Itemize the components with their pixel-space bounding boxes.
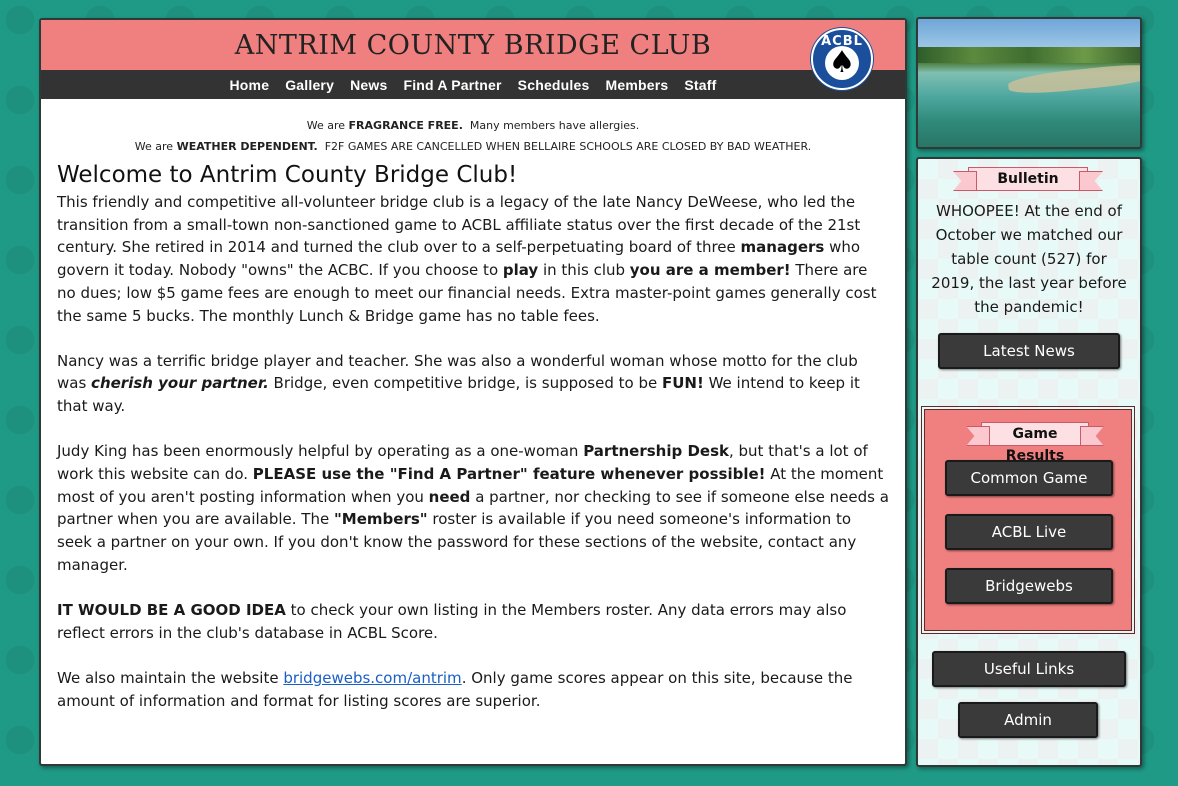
nav-home[interactable]: Home (221, 77, 277, 93)
bridgewebs-button[interactable]: Bridgewebs (945, 568, 1113, 604)
bulletin-title: Bulletin (968, 167, 1088, 191)
nav-members[interactable]: Members (598, 77, 677, 93)
acbl-live-button[interactable]: ACBL Live (945, 514, 1113, 550)
game-results-box: Game Results Common Game ACBL Live Bridg… (921, 406, 1135, 634)
useful-links-button[interactable]: Useful Links (932, 651, 1126, 687)
intro-paragraph: This friendly and competitive all-volunt… (57, 193, 877, 325)
notices: We are FRAGRANCE FREE. Many members have… (41, 99, 905, 157)
nancy-paragraph: Nancy was a terrific bridge player and t… (57, 351, 860, 416)
nav-find-a-partner[interactable]: Find A Partner (395, 77, 509, 93)
page-title: Welcome to Antrim County Bridge Club! (57, 162, 518, 188)
main-panel: ANTRIM COUNTY BRIDGE CLUB ACBL ♠ Home Ga… (39, 18, 907, 766)
nav-gallery[interactable]: Gallery (277, 77, 342, 93)
lake-photo (916, 17, 1142, 149)
site-header: ANTRIM COUNTY BRIDGE CLUB ACBL ♠ (41, 20, 905, 90)
spade-icon: ♠ (828, 45, 856, 80)
main-content: Welcome to Antrim County Bridge Club! Th… (41, 157, 905, 712)
sidebar-panel: Bulletin WHOOPEE! At the end of October … (916, 157, 1142, 767)
nav-news[interactable]: News (342, 77, 395, 93)
game-results-title: Game Results (981, 422, 1089, 464)
latest-news-button[interactable]: Latest News (938, 333, 1120, 369)
main-nav: Home Gallery News Find A Partner Schedul… (41, 70, 905, 99)
listing-paragraph: IT WOULD BE A GOOD IDEA to check your ow… (57, 601, 847, 642)
partnership-paragraph: Judy King has been enormously helpful by… (57, 442, 889, 574)
acbl-logo[interactable]: ACBL ♠ (811, 28, 873, 90)
bridgewebs-link[interactable]: bridgewebs.com/antrim (283, 669, 461, 687)
admin-button[interactable]: Admin (958, 702, 1098, 738)
bulletin-text: WHOOPEE! At the end of October we matche… (931, 202, 1127, 316)
weather-notice: We are WEATHER DEPENDENT. F2F GAMES ARE … (134, 140, 812, 153)
nav-staff[interactable]: Staff (676, 77, 724, 93)
fragrance-notice: We are FRAGRANCE FREE. Many members have… (306, 119, 640, 132)
photo-treeline (918, 47, 1140, 63)
site-title: ANTRIM COUNTY BRIDGE CLUB (234, 30, 712, 61)
photo-sandbar (1007, 61, 1140, 97)
nav-schedules[interactable]: Schedules (510, 77, 598, 93)
website-paragraph: We also maintain the website bridgewebs.… (57, 668, 853, 710)
